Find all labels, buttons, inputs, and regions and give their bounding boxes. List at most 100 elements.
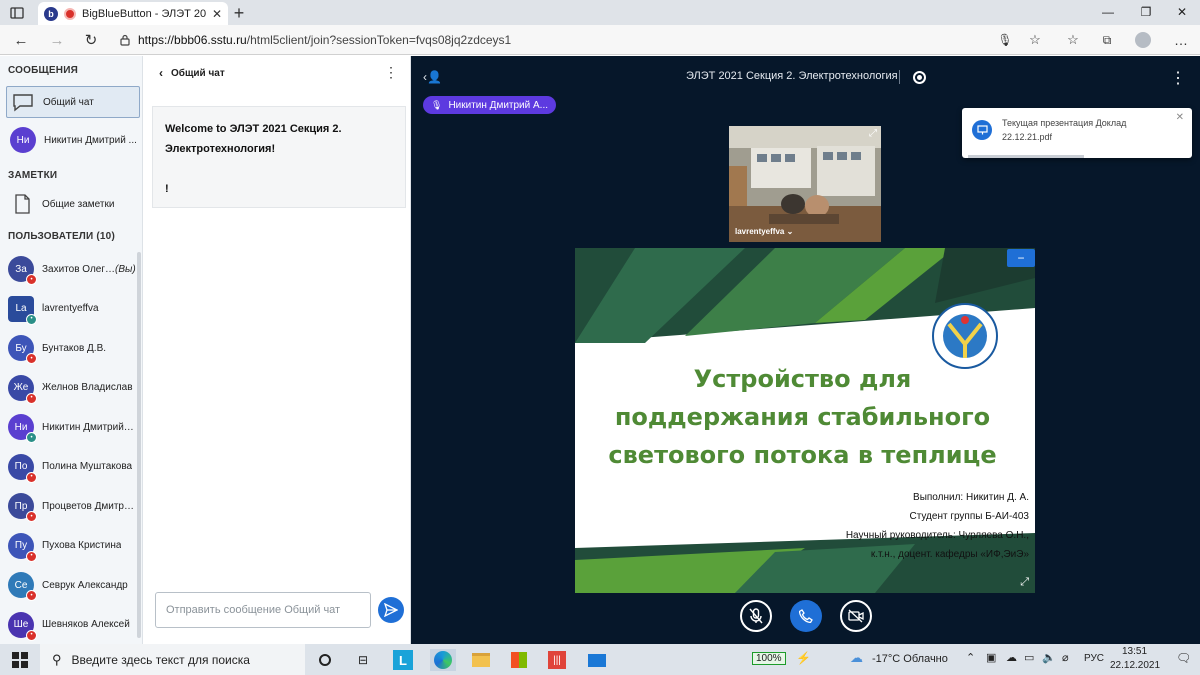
toast-line-1: Текущая презентация Доклад <box>1002 118 1127 128</box>
user-list-item[interactable]: Пу • Пухова Кристина <box>8 531 138 562</box>
chat-header[interactable]: ‹ Общий чат <box>159 66 225 80</box>
avatar: Ше • <box>8 611 37 641</box>
clock-date[interactable]: 22.12.2021 <box>1110 660 1160 671</box>
avatar: Пр • <box>8 493 37 522</box>
app-red-icon[interactable]: ||| <box>546 649 568 671</box>
toast-close-icon[interactable]: ✕ <box>1176 112 1184 123</box>
talking-indicator[interactable]: 🎙 Никитин Дмитрий А... <box>423 96 557 114</box>
forward-icon[interactable]: → <box>48 31 66 49</box>
favorite-star-icon[interactable]: ☆ <box>1026 31 1044 49</box>
tab-close-icon[interactable]: ✕ <box>212 7 222 21</box>
user-list-item[interactable]: Пр • Процветов Дмитр… <box>8 491 138 522</box>
mic-muted-icon: • <box>26 274 37 285</box>
address-bar[interactable]: https://bbb06.sstu.ru/html5client/join?s… <box>112 29 1052 51</box>
browser-tab-active[interactable]: b BigBlueButton - ЭЛЭТ 2021 ✕ <box>38 2 228 25</box>
user-name: Шевняков Алексей <box>42 619 130 630</box>
microphone-icon[interactable]: 🎙 <box>996 31 1014 49</box>
webcam-username[interactable]: lavrentyeffva ⌄ <box>735 227 793 236</box>
user-list-item[interactable]: По • Полина Муштакова <box>8 452 138 483</box>
expand-webcam-icon[interactable]: ⤢ <box>869 128 877 139</box>
slide-info-line: Выполнил: Никитин Д. А. <box>913 492 1029 503</box>
notification-center-icon[interactable]: 🗨 <box>1176 651 1191 665</box>
user-list-item[interactable]: Се • Севрук Александр <box>8 570 138 601</box>
share-webcam-button[interactable] <box>840 600 872 632</box>
shared-notes-label: Общие заметки <box>42 198 115 210</box>
collections-icon[interactable]: ⧉ <box>1098 31 1116 49</box>
close-window-icon[interactable]: ✕ <box>1172 3 1192 21</box>
send-message-button[interactable] <box>378 597 404 623</box>
users-heading: ПОЛЬЗОВАТЕЛИ (10) <box>8 231 115 242</box>
new-tab-button[interactable]: + <box>230 3 248 23</box>
minimize-presentation-button[interactable]: − <box>1007 249 1035 267</box>
chat-options-icon[interactable]: ⋮ <box>384 64 398 81</box>
tab-title: BigBlueButton - ЭЛЭТ 2021 <box>82 7 206 20</box>
power-plug-icon: ⚡ <box>796 651 811 665</box>
browser-menu-icon[interactable]: … <box>1172 31 1190 49</box>
mail-icon[interactable] <box>586 649 608 671</box>
private-chat-label: Никитин Дмитрий ... <box>44 134 137 146</box>
mic-muted-icon: • <box>26 392 37 404</box>
back-icon[interactable]: ← <box>12 31 30 49</box>
user-list-item[interactable]: Же • Желнов Владислав <box>8 373 138 404</box>
refresh-icon[interactable]: ↻ <box>82 31 100 49</box>
weather-text[interactable]: -17°C Облачно <box>872 653 948 665</box>
mic-muted-icon: • <box>26 629 37 641</box>
language-indicator[interactable]: РУС <box>1084 653 1104 664</box>
store-icon[interactable] <box>508 649 530 671</box>
edge-browser-icon[interactable] <box>430 649 456 671</box>
avatar: La • <box>8 295 37 325</box>
file-explorer-icon[interactable] <box>470 649 492 671</box>
clock-time[interactable]: 13:51 <box>1122 646 1147 657</box>
user-list-toggle-icon[interactable]: ‹👤 <box>423 70 442 84</box>
mic-tray-icon[interactable]: ⌀ <box>1062 651 1069 664</box>
taskbar-search[interactable]: ⚲ Введите здесь текст для поиска <box>40 644 305 675</box>
private-chat-item[interactable]: Ни Никитин Дмитрий ... <box>6 124 140 156</box>
onedrive-icon[interactable]: ☁ <box>1006 651 1017 664</box>
network-icon[interactable]: ▭ <box>1024 651 1034 664</box>
volume-icon[interactable]: 🔈 <box>1042 651 1056 664</box>
user-list-item[interactable]: Ни • Никитин Дмитрий… <box>8 412 138 443</box>
avatar: Пу • <box>8 532 37 562</box>
meeting-area: ‹👤 ЭЛЭТ 2021 Секция 2. Электротехнология… <box>411 56 1200 644</box>
webcam-video[interactable]: ⤢ lavrentyeffva ⌄ <box>729 126 881 242</box>
restore-icon[interactable]: ❐ <box>1136 3 1156 21</box>
welcome-message: Welcome to ЭЛЭТ 2021 Секция 2. Электроте… <box>152 106 406 208</box>
tray-expand-icon[interactable]: ⌃ <box>966 651 975 664</box>
mic-muted-icon: • <box>26 590 37 601</box>
meeting-options-icon[interactable]: ⋮ <box>1170 68 1186 88</box>
recording-indicator-icon[interactable] <box>913 71 926 84</box>
user-list-scrollbar[interactable] <box>137 252 141 638</box>
favorites-icon[interactable]: ☆ <box>1064 31 1082 49</box>
windows-start-icon[interactable] <box>9 649 31 671</box>
messages-heading: СООБЩЕНИЯ <box>8 65 78 76</box>
profile-avatar-icon[interactable] <box>1134 31 1152 49</box>
app-l-icon[interactable]: L <box>392 649 414 671</box>
cortana-icon[interactable] <box>314 649 336 671</box>
tray-app-icon[interactable]: ▣ <box>986 651 996 664</box>
mute-mic-button[interactable] <box>740 600 772 632</box>
mic-muted-icon: • <box>26 471 37 483</box>
fullscreen-presentation-icon[interactable]: ⤢ <box>1020 576 1029 589</box>
shared-notes-item[interactable]: Общие заметки <box>6 188 140 220</box>
user-list-item[interactable]: Бу • Бунтаков Д.В. <box>8 333 138 364</box>
task-view-icon[interactable]: ⊟ <box>352 649 374 671</box>
chat-message-input[interactable]: Отправить сообщение Общий чат <box>155 592 371 628</box>
bbb-favicon-icon: b <box>44 6 58 21</box>
leave-audio-button[interactable] <box>790 600 822 632</box>
public-chat-item[interactable]: Общий чат <box>6 86 140 118</box>
hide-chat-chevron-icon[interactable]: ‹ <box>159 66 163 80</box>
slide-title-line: Устройство для <box>693 365 912 393</box>
minimize-icon[interactable]: — <box>1098 3 1118 21</box>
user-list-item[interactable]: Ше • Шевняков Алексей <box>8 610 138 641</box>
meeting-title: ЭЛЭТ 2021 Секция 2. Электротехнология <box>686 70 898 82</box>
slide-info-line: Студент группы Б-АИ-403 <box>909 511 1029 522</box>
public-chat-label: Общий чат <box>43 96 94 108</box>
notes-heading: ЗАМЕТКИ <box>8 170 58 181</box>
slide-info-line: Научный руководитель: Чурляева О.Н., <box>845 530 1029 541</box>
user-list-item[interactable]: За • Захитов Олег…(Вы) <box>8 254 138 285</box>
battery-indicator[interactable]: 100% <box>752 652 786 665</box>
user-list-item[interactable]: La • lavrentyeffva <box>8 294 138 325</box>
avatar: Се • <box>8 572 37 601</box>
phone-icon <box>799 609 813 623</box>
tab-actions-icon[interactable] <box>8 4 26 22</box>
